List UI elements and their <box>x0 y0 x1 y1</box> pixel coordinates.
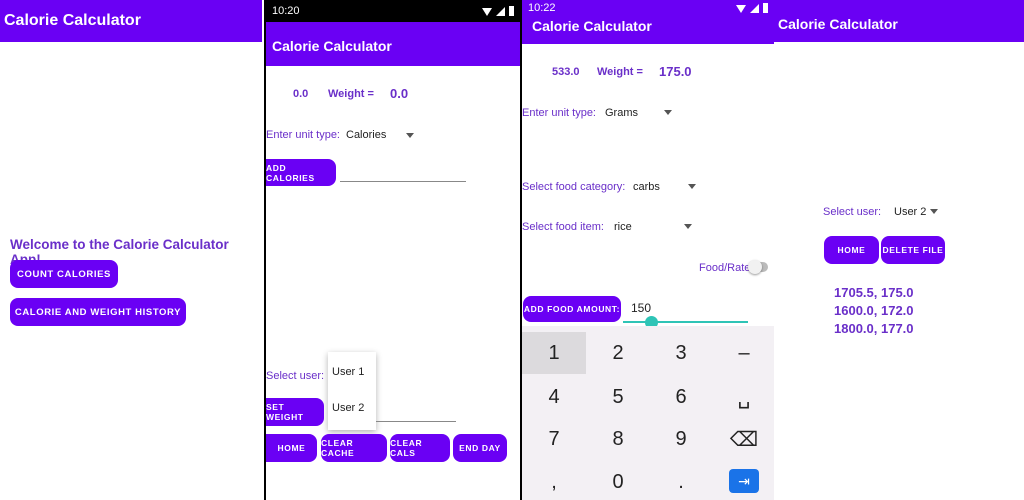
app-title: Calorie Calculator <box>778 16 898 32</box>
chevron-down-icon[interactable] <box>664 110 672 115</box>
screen-food-entry: 10:22 Calorie Calculator 533.0 Weight = … <box>522 0 774 500</box>
food-rate-toggle[interactable] <box>748 260 768 274</box>
key-9[interactable]: 9 <box>649 418 713 460</box>
food-item-label: Select food item: <box>522 221 604 233</box>
key-7[interactable]: 7 <box>522 418 586 460</box>
user-dropdown-menu[interactable]: User 1 User 2 <box>328 352 376 430</box>
food-rate-label: Food/Rate <box>699 262 751 274</box>
screen-home: Calorie Calculator Welcome to the Calori… <box>0 0 262 500</box>
app-bar: Calorie Calculator <box>522 16 774 44</box>
battery-icon <box>763 3 768 13</box>
calorie-total: 0.0 <box>293 88 309 100</box>
tab-key-icon[interactable]: ⇥ <box>729 469 759 493</box>
user-select[interactable]: User 2 <box>894 206 926 218</box>
end-day-button[interactable]: END DAY <box>453 434 507 462</box>
add-food-amount-button[interactable]: ADD FOOD AMOUNT: <box>523 296 621 322</box>
home-button[interactable]: HOME <box>266 434 317 462</box>
key-8[interactable]: 8 <box>586 418 650 460</box>
signal-icon <box>750 3 759 13</box>
weight-input-underline[interactable] <box>376 421 456 422</box>
select-user-label: Select user: <box>266 370 325 382</box>
key-6[interactable]: 6 <box>649 376 713 418</box>
amount-slider-track[interactable] <box>623 321 748 323</box>
food-amount-input[interactable]: 150 <box>631 301 651 315</box>
history-entry: 1600.0, 172.0 <box>834 303 914 318</box>
signal-icon <box>496 6 505 16</box>
food-item-select[interactable]: rice <box>614 221 632 233</box>
dropdown-option[interactable]: User 1 <box>332 366 364 378</box>
key-4[interactable]: 4 <box>522 376 586 418</box>
app-bar: Calorie Calculator <box>266 22 520 66</box>
screen-count-calories: 10:20 Calorie Calculator 0.0 Weight = 0.… <box>264 0 522 500</box>
food-category-label: Select food category: <box>522 181 626 193</box>
history-entry: 1705.5, 175.0 <box>834 285 914 300</box>
screen-history: Calorie Calculator Select user: User 2 H… <box>774 0 1024 500</box>
unit-type-label: Enter unit type: <box>266 129 340 141</box>
unit-type-label: Enter unit type: <box>522 107 596 119</box>
toggle-thumb <box>748 260 762 274</box>
key-1[interactable]: 1 <box>522 332 586 374</box>
chevron-down-icon[interactable] <box>688 184 696 189</box>
history-entry: 1800.0, 177.0 <box>834 321 914 336</box>
app-title: Calorie Calculator <box>4 12 141 29</box>
backspace-icon[interactable]: ⌫ <box>712 418 774 460</box>
weight-label: Weight = <box>597 66 643 78</box>
clear-cals-button[interactable]: CLEAR CALS <box>390 434 450 462</box>
key-3[interactable]: 3 <box>649 332 713 374</box>
calorie-total: 533.0 <box>552 66 580 78</box>
app-title: Calorie Calculator <box>532 18 652 34</box>
battery-icon <box>509 6 514 16</box>
dropdown-option[interactable]: User 2 <box>332 402 364 414</box>
comma-key[interactable]: , <box>522 461 586 500</box>
unit-type-select[interactable]: Grams <box>605 107 638 119</box>
status-time: 10:22 <box>528 2 556 14</box>
key-0[interactable]: 0 <box>586 461 650 500</box>
weight-value: 175.0 <box>659 64 692 79</box>
home-button[interactable]: HOME <box>824 236 879 264</box>
wifi-icon <box>482 7 492 16</box>
status-icons <box>482 6 514 16</box>
calorie-weight-history-button[interactable]: CALORIE AND WEIGHT HISTORY <box>10 298 186 326</box>
status-bar: 10:22 <box>522 0 774 16</box>
clear-cache-button[interactable]: CLEAR CACHE <box>321 434 387 462</box>
chevron-down-icon[interactable] <box>930 209 938 214</box>
numeric-keyboard: 1 2 3– 4 5 6 ␣ 7 8 9 ⌫, 0. ⇥ <box>522 326 774 500</box>
chevron-down-icon[interactable] <box>684 224 692 229</box>
app-bar: Calorie Calculator <box>0 0 262 42</box>
weight-label: Weight = <box>328 88 374 100</box>
weight-value: 0.0 <box>390 86 409 101</box>
chevron-down-icon[interactable] <box>406 133 414 138</box>
key-2[interactable]: 2 <box>586 332 650 374</box>
status-bar: 10:20 <box>266 0 520 22</box>
key-5[interactable]: 5 <box>586 376 650 418</box>
delete-file-button[interactable]: DELETE FILE <box>881 236 945 264</box>
set-weight-button[interactable]: SET WEIGHT <box>266 398 324 426</box>
wifi-icon <box>736 4 746 13</box>
add-calories-button[interactable]: ADD CALORIES <box>266 159 336 186</box>
history-list: 1705.5, 175.0 1600.0, 172.0 1800.0, 177.… <box>834 284 914 338</box>
app-bar: Calorie Calculator <box>774 0 1024 42</box>
minus-key[interactable]: – <box>712 332 774 374</box>
space-key[interactable]: ␣ <box>712 376 774 418</box>
calorie-input-underline[interactable] <box>340 181 466 182</box>
period-key[interactable]: . <box>649 461 713 500</box>
food-category-select[interactable]: carbs <box>633 181 660 193</box>
select-user-label: Select user: <box>823 206 882 218</box>
app-title: Calorie Calculator <box>272 38 392 54</box>
status-icons <box>736 3 768 13</box>
status-time: 10:20 <box>272 5 300 17</box>
count-calories-button[interactable]: COUNT CALORIES <box>10 260 118 288</box>
